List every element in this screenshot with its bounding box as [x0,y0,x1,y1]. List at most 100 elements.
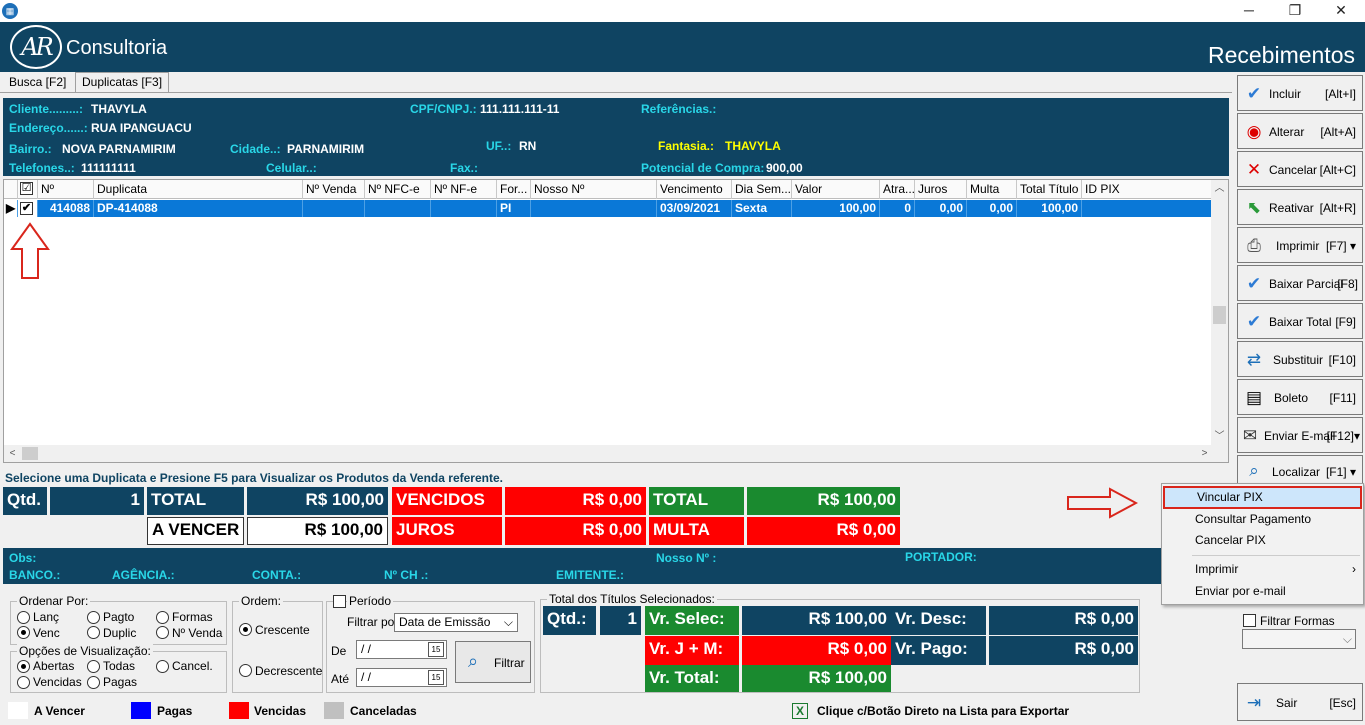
cell-vencimento[interactable]: 03/09/2021 [657,200,732,217]
menu-item-consultar-pagamento[interactable]: Consultar Pagamento [1163,509,1362,530]
imprimir-button[interactable]: ⎙ Imprimir [F7] ▾ [1237,227,1363,263]
boleto-button[interactable]: ▤ Boleto [F11] [1237,379,1363,415]
scroll-up-icon[interactable]: ︿ [1211,180,1228,197]
todas-label: Todas [103,659,136,673]
chevron-down-icon: ⌵ [1342,632,1352,646]
radio-formas[interactable] [156,611,169,624]
page-title: Recebimentos [1207,42,1355,68]
substituir-button[interactable]: ⇄ Substituir [F10] [1237,341,1363,377]
radio-pagto[interactable] [87,611,100,624]
filtrar-formas-select[interactable]: ⌵ [1242,629,1356,649]
col-nfce[interactable]: Nº NFC-e [365,180,431,199]
minimize-button[interactable]: ─ [1226,0,1272,22]
scroll-thumb[interactable] [1213,306,1226,324]
sair-button[interactable]: ⇥ Sair [Esc] [1237,683,1363,721]
row-check-cell[interactable]: ✔ [18,200,38,217]
col-valor[interactable]: Valor [792,180,880,199]
cell-multa[interactable]: 0,00 [967,200,1017,217]
reativar-label: Reativar [1269,201,1314,215]
calendar-icon[interactable]: 15 [428,670,444,685]
menu-item-cancelar-pix[interactable]: Cancelar PIX [1163,530,1362,551]
col-total[interactable]: Total Título [1017,180,1082,199]
horizontal-scrollbar[interactable]: < > [4,445,1213,462]
enviar-email-button[interactable]: ✉ Enviar E-mail [F12]▾ [1237,417,1363,453]
col-num[interactable]: Nº [38,180,94,199]
cell-dia[interactable]: Sexta [732,200,792,217]
legend-canceladas: Canceladas [350,704,417,718]
table-row[interactable]: ▶ ✔ 414088 DP-414088 PI 03/09/2021 Sexta… [4,200,1213,217]
filtrar-button[interactable]: ⌕ Filtrar [455,641,531,683]
enviar-email-label: Enviar E-mail [1264,429,1336,443]
alterar-button[interactable]: ◉ Alterar [Alt+A] [1237,113,1363,149]
cell-total[interactable]: 100,00 [1017,200,1082,217]
conta-label: CONTA.: [252,568,302,582]
select-all-checkbox[interactable]: ☑ [20,182,33,195]
col-duplicata[interactable]: Duplicata [94,180,303,199]
radio-vencidas[interactable] [17,676,30,689]
scroll-left-icon[interactable]: < [4,445,21,462]
radio-venc[interactable] [17,626,30,639]
ate-date-input[interactable]: / /15 [356,668,447,687]
cell-juros[interactable]: 0,00 [915,200,967,217]
close-button[interactable]: ✕ [1318,0,1364,22]
select-all-header[interactable]: ☑ [18,180,38,199]
vertical-scrollbar[interactable]: ︿ ﹀ [1211,180,1228,462]
scroll-down-icon[interactable]: ﹀ [1211,428,1228,445]
filtrar-formas-checkbox[interactable] [1243,614,1256,627]
row-checkbox[interactable]: ✔ [20,202,33,215]
nvenda-label: Nº Venda [172,626,223,640]
cancelar-button[interactable]: ✕ Cancelar [Alt+C] [1237,151,1363,187]
baixar-total-button[interactable]: ✔ Baixar Total [F9] [1237,303,1363,339]
radio-nvenda[interactable] [156,626,169,639]
menu-item-enviar-email[interactable]: Enviar por e-mail [1163,581,1362,602]
radio-decrescente[interactable] [239,664,252,677]
tab-busca[interactable]: Busca [F2] [2,72,74,92]
radio-pagas[interactable] [87,676,100,689]
cell-duplicata[interactable]: DP-414088 [94,200,303,217]
cell-nfce[interactable] [365,200,431,217]
filtro-select[interactable]: Data de Emissão ⌵ [394,613,518,632]
total2-value: R$ 100,00 [747,487,900,515]
tab-duplicatas[interactable]: Duplicatas [F3] [75,72,170,92]
cell-pix[interactable] [1082,200,1213,217]
cell-forma[interactable]: PI [497,200,531,217]
scroll-right-icon[interactable]: > [1196,445,1213,462]
search-icon: ⌕ [468,651,479,671]
radio-crescente[interactable] [239,623,252,636]
col-juros[interactable]: Juros [915,180,967,199]
col-atraso[interactable]: Atra... [880,180,915,199]
menu-item-vincular-pix[interactable]: Vincular PIX [1163,486,1362,509]
localizar-button[interactable]: ⌕ Localizar [F1] ▾ [1237,455,1363,485]
col-vencimento[interactable]: Vencimento [657,180,732,199]
cell-valor[interactable]: 100,00 [792,200,880,217]
col-venda[interactable]: Nº Venda [303,180,365,199]
radio-abertas[interactable] [17,660,30,673]
de-date-input[interactable]: / /15 [356,640,447,659]
periodo-checkbox[interactable] [333,595,346,608]
col-forma[interactable]: For... [497,180,531,199]
baixar-parcial-button[interactable]: ✔ Baixar Parcial [F8] [1237,265,1363,301]
maximize-button[interactable]: ❐ [1272,0,1318,22]
radio-lanc[interactable] [17,611,30,624]
menu-item-imprimir[interactable]: Imprimir › [1163,559,1362,580]
calendar-icon[interactable]: 15 [428,642,444,657]
col-pix[interactable]: ID PIX [1082,180,1213,199]
cell-nosso[interactable] [531,200,657,217]
radio-duplic[interactable] [87,626,100,639]
cell-venda[interactable] [303,200,365,217]
hscroll-thumb[interactable] [22,447,38,460]
cell-num[interactable]: 414088 [38,200,94,217]
col-nosso[interactable]: Nosso Nº [531,180,657,199]
swap-icon: ⇄ [1246,350,1262,369]
radio-todas[interactable] [87,660,100,673]
col-nfe[interactable]: Nº NF-e [431,180,497,199]
col-multa[interactable]: Multa [967,180,1017,199]
radio-cancel[interactable] [156,660,169,673]
incluir-button[interactable]: ✔ Incluir [Alt+I] [1237,75,1363,111]
col-dia[interactable]: Dia Sem... [732,180,792,199]
imprimir-label: Imprimir [1276,239,1320,253]
duplicatas-grid[interactable]: ☑ Nº Duplicata Nº Venda Nº NFC-e Nº NF-e… [3,179,1229,463]
cell-nfe[interactable] [431,200,497,217]
reativar-button[interactable]: ⬉ Reativar [Alt+R] [1237,189,1363,225]
cell-atraso[interactable]: 0 [880,200,915,217]
